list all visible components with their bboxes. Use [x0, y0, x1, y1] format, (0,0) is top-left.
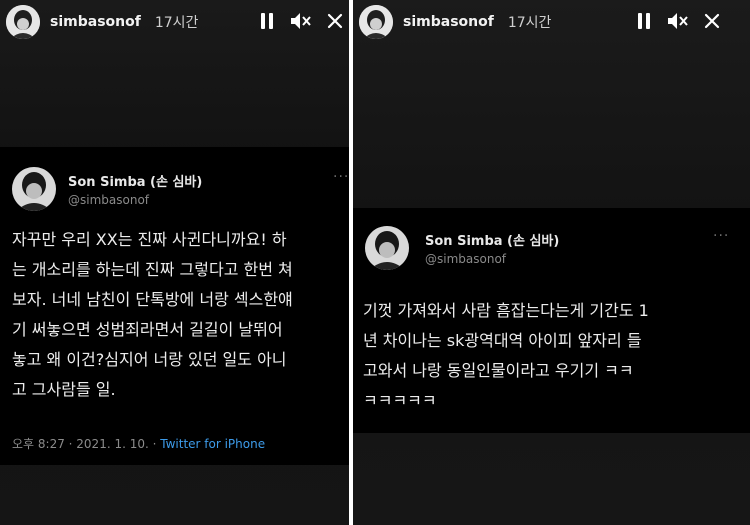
- tweet-source-link[interactable]: Twitter for iPhone: [160, 437, 265, 451]
- tweet-handle: @simbasonof: [68, 193, 150, 207]
- time-ago: 17시간: [154, 15, 199, 31]
- story-right: simbasonof 17시간 Son Simba (손 심바) @simbas…: [353, 0, 750, 525]
- tweet-line: 보자. 너네 남친이 단톡방에 너랑 섹스한얘: [12, 290, 293, 309]
- tweet-line: 는 개소리를 하는데 진짜 그렇다고 한번 쳐: [12, 260, 293, 279]
- story-comparison: simbasonof 17시간 Son Simba (손 심바) @simbas…: [0, 0, 750, 525]
- username[interactable]: simbasonof: [403, 14, 494, 30]
- tweet-text: 기껏 가져와서 사람 흠잡는다는게 기간도 1 년 차이나는 sk광역대역 아이…: [363, 296, 748, 416]
- username[interactable]: simbasonof: [50, 14, 141, 30]
- tweet-text: 자꾸만 우리 XX는 진짜 사귄다니까요! 하 는 개소리를 하는데 진짜 그렇…: [12, 225, 348, 405]
- tweet-avatar[interactable]: [365, 226, 409, 270]
- story-controls: [633, 10, 723, 32]
- close-icon[interactable]: [324, 10, 346, 32]
- pause-icon[interactable]: [633, 10, 655, 32]
- avatar[interactable]: [359, 5, 393, 39]
- tweet-line: 기 써놓으면 성범죄라면서 길길이 날뛰어: [12, 320, 283, 339]
- more-dots-icon[interactable]: ···: [333, 169, 349, 185]
- story-controls: [256, 10, 346, 32]
- speaker-muted-icon[interactable]: [667, 10, 689, 32]
- pause-icon[interactable]: [256, 10, 278, 32]
- close-icon[interactable]: [701, 10, 723, 32]
- tweet-line: 놓고 왜 이건?심지어 너랑 있던 일도 아니: [12, 350, 287, 369]
- tweet-line: ㅋㅋㅋㅋㅋ: [363, 391, 437, 410]
- story-left: simbasonof 17시간 Son Simba (손 심바) @simbas…: [0, 0, 349, 525]
- tweet-author: Son Simba (손 심바) @simbasonof: [365, 226, 559, 270]
- tweet-line: 고와서 나랑 동일인물이라고 우기기 ㅋㅋ: [363, 361, 634, 380]
- tweet-line: 자꾸만 우리 XX는 진짜 사귄다니까요! 하: [12, 230, 287, 249]
- tweet-handle: @simbasonof: [425, 252, 507, 266]
- tweet-line: 년 차이나는 sk광역대역 아이피 앞자리 들: [363, 331, 642, 350]
- tweet-line: 고 그사람들 일.: [12, 380, 116, 399]
- avatar[interactable]: [6, 5, 40, 39]
- tweet-display-name: Son Simba (손 심바): [425, 234, 560, 249]
- tweet-author: Son Simba (손 심바) @simbasonof: [12, 167, 202, 211]
- tweet-avatar[interactable]: [12, 167, 56, 211]
- tweet-meta: 오후 8:27 · 2021. 1. 10. · Twitter for iPh…: [12, 435, 265, 452]
- speaker-muted-icon[interactable]: [290, 10, 312, 32]
- more-dots-icon[interactable]: ···: [713, 228, 729, 244]
- time-ago: 17시간: [507, 15, 552, 31]
- tweet-card: Son Simba (손 심바) @simbasonof ··· 자꾸만 우리 …: [0, 147, 349, 465]
- tweet-timestamp: 오후 8:27 · 2021. 1. 10. ·: [12, 437, 161, 451]
- tweet-card: Son Simba (손 심바) @simbasonof ··· 기껏 가져와서…: [353, 208, 750, 433]
- tweet-display-name: Son Simba (손 심바): [68, 175, 203, 190]
- tweet-line: 기껏 가져와서 사람 흠잡는다는게 기간도 1: [363, 301, 649, 320]
